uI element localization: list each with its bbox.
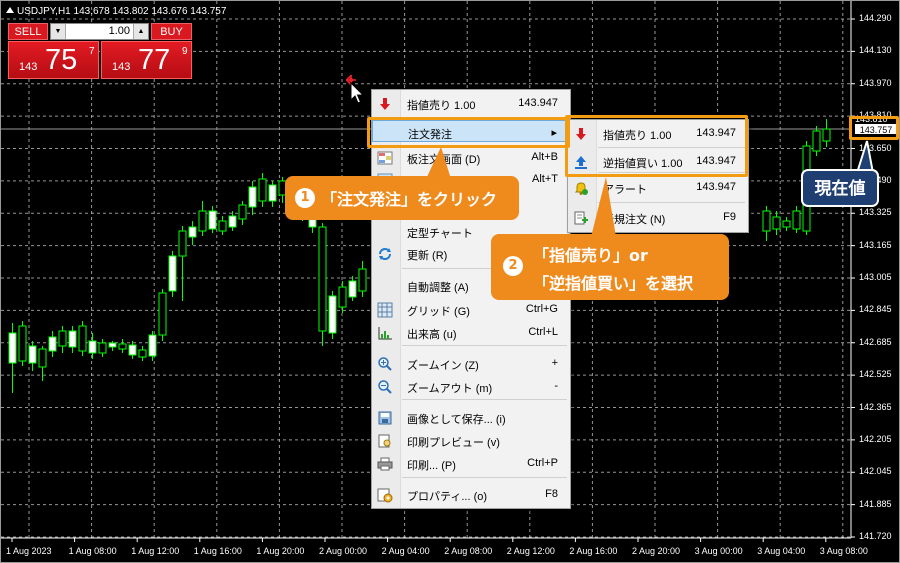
step2-number: 2 — [503, 256, 523, 276]
step2-line2: 「逆指値買い」を選択 — [533, 274, 694, 293]
step1-number: 1 — [295, 188, 315, 208]
callout-pointers — [426, 140, 875, 237]
step1-callout: 1 「注文発注」をクリック — [285, 176, 519, 220]
step2-line1: 「指値売り」or — [533, 246, 648, 265]
mt4-chart-window: USDJPY,H1 143.678 143.802 143.676 143.75… — [0, 0, 900, 563]
current-price-callout: 現在値 — [801, 169, 879, 207]
step1-text: 「注文発注」をクリック — [321, 190, 498, 209]
step2-callout: 2 「指値売り」or 「逆指値買い」を選択 — [491, 234, 729, 300]
